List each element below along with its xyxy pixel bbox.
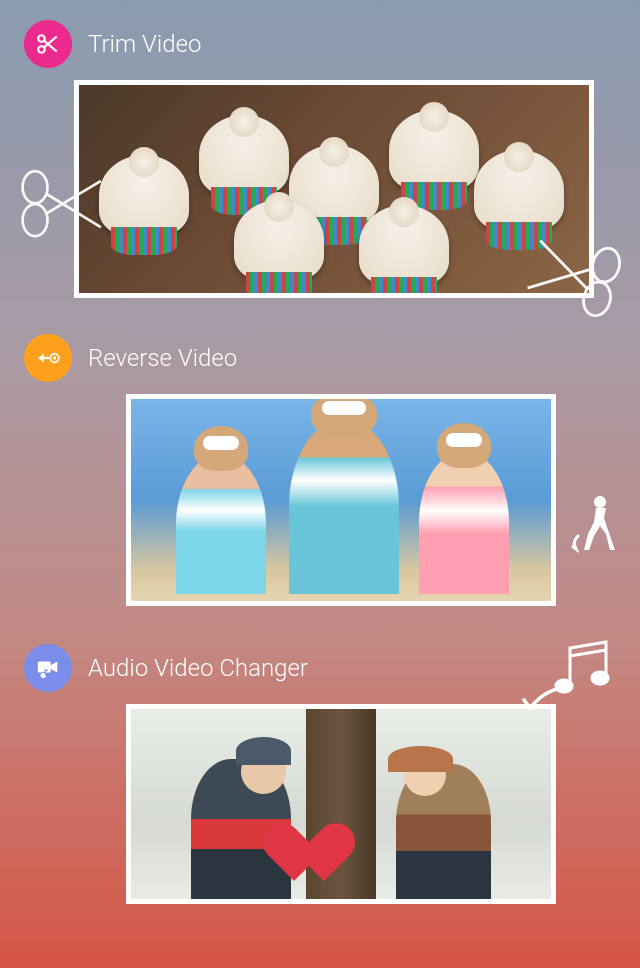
- walk-reverse-icon: [570, 494, 626, 560]
- audio-video-changer-title: Audio Video Changer: [88, 654, 308, 682]
- trim-video-title: Trim Video: [88, 30, 201, 58]
- video-audio-icon: [24, 644, 72, 692]
- reverse-video-section[interactable]: Reverse Video: [0, 322, 640, 606]
- audio-video-changer-thumbnail[interactable]: [126, 704, 556, 904]
- trim-video-section[interactable]: Trim Video: [0, 8, 640, 298]
- reverse-video-header: Reverse Video: [24, 322, 616, 394]
- scissors-decoration-right-icon: [513, 222, 632, 330]
- trim-video-header: Trim Video: [24, 8, 616, 80]
- scissors-icon: [24, 20, 72, 68]
- reverse-video-title: Reverse Video: [88, 344, 237, 372]
- reverse-icon: [24, 334, 72, 382]
- arrow-curve-icon: [518, 682, 576, 726]
- audio-video-changer-thumb-wrap: [24, 704, 616, 904]
- scissors-decoration-left-icon: [16, 165, 111, 245]
- audio-video-changer-section[interactable]: Audio Video Changer: [0, 632, 640, 904]
- reverse-video-thumb-wrap: [24, 394, 616, 606]
- trim-video-thumbnail[interactable]: [74, 80, 594, 298]
- trim-video-thumb-wrap: [24, 80, 616, 298]
- reverse-video-thumbnail[interactable]: [126, 394, 556, 606]
